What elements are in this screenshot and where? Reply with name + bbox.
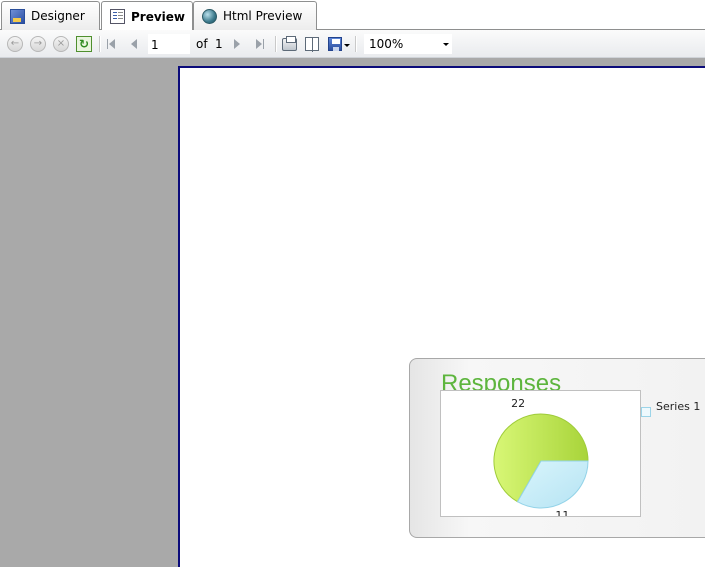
next-page-icon [234,39,240,49]
back-button[interactable]: ← [7,36,23,52]
current-page-input[interactable] [148,34,190,54]
next-page-button[interactable] [231,37,243,51]
forward-arrow-icon: → [33,38,43,49]
tab-html-preview[interactable]: Html Preview [193,1,317,30]
zoom-value: 100% [369,37,404,51]
report-preview-icon [110,9,125,24]
forward-button[interactable]: → [30,36,46,52]
total-pages-label: 1 [215,37,223,51]
data-label-22: 22 [511,397,525,410]
tab-designer-label: Designer [31,9,85,23]
report-toolbar: ← → × ↻ of 1 100% [0,30,705,58]
first-page-icon [109,39,115,49]
legend-label: Series 1 [656,400,701,413]
tab-preview[interactable]: Preview [101,1,193,31]
legend-swatch [641,407,651,417]
globe-icon [202,8,217,24]
chevron-down-icon [443,43,449,46]
designer-icon [10,8,25,24]
back-arrow-icon: ← [10,38,20,49]
stop-button[interactable]: × [53,36,69,52]
toolbar-separator [99,36,100,52]
first-page-button[interactable] [106,37,118,51]
toolbar-separator [355,36,356,52]
refresh-icon: ↻ [78,37,90,51]
pie-chart: 22 11 [493,397,589,516]
last-page-button[interactable] [253,37,265,51]
refresh-button[interactable]: ↻ [76,36,92,52]
previous-page-icon [131,39,137,49]
print-button[interactable] [282,36,297,51]
report-viewer-area[interactable]: Responses 22 11 Series 1 [0,58,705,567]
tab-html-preview-label: Html Preview [223,9,303,23]
data-label-11: 11 [555,509,569,516]
last-page-icon [256,39,262,49]
export-dropdown-icon[interactable] [344,44,350,47]
print-layout-button[interactable] [305,37,319,52]
document-tab-bar: Designer Preview Html Preview [0,0,705,31]
previous-page-button[interactable] [128,37,140,51]
stop-icon: × [56,38,66,49]
plot-area: 22 11 [440,390,641,517]
toolbar-separator [275,36,276,52]
export-button[interactable] [328,37,342,51]
chart-panel: Responses 22 11 Series 1 [409,358,705,538]
report-page: Responses 22 11 Series 1 [178,66,705,567]
zoom-select[interactable]: 100% [364,34,452,54]
tab-designer[interactable]: Designer [1,1,100,30]
tab-preview-label: Preview [131,9,186,24]
page-of-label: of [196,37,208,51]
